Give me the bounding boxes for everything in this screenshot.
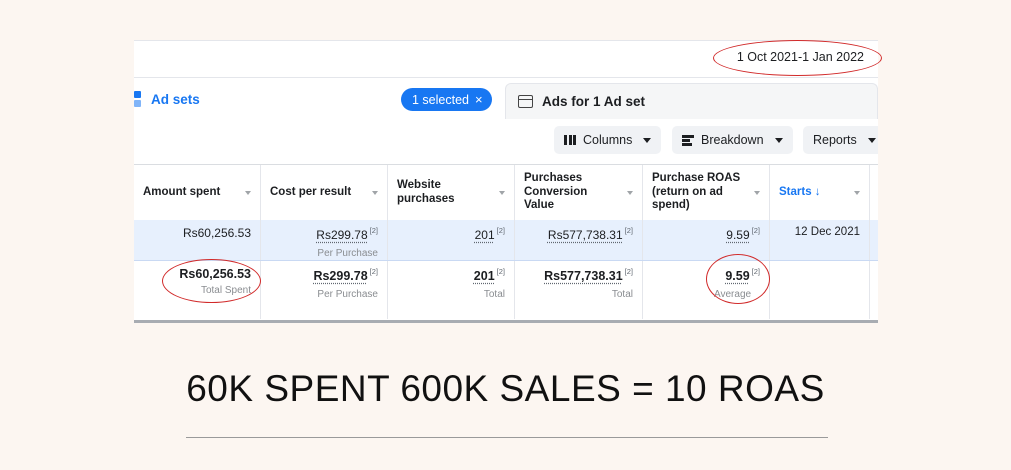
cost-per-result-sub: Per Purchase [317, 248, 378, 259]
column-header-conversion-value[interactable]: Purchases Conversion Value [515, 165, 643, 220]
total-cost-per-result-value[interactable]: Rs299.78 [313, 269, 367, 283]
cell-starts: 12 Dec 2021 [770, 220, 870, 260]
total-conversion-value-sub: Total [611, 289, 633, 300]
cell-total-cost-per-result: Rs299.78 [2] Per Purchase [261, 261, 388, 319]
tab-ads-label: Ads for 1 Ad set [542, 94, 646, 109]
total-website-purchases-sub: Total [483, 289, 505, 300]
column-header-label: Starts ↓ [779, 185, 821, 198]
selected-pill-label: 1 selected [412, 92, 469, 107]
reports-label: Reports [813, 133, 857, 147]
table-row[interactable]: Rs60,256.53 Rs299.78 [2] Per Purchase 201… [134, 220, 878, 261]
total-cost-per-result-sub: Per Purchase [317, 289, 378, 300]
chevron-down-icon [643, 137, 652, 143]
footnote: [2] [496, 267, 505, 276]
column-header-purchase-roas[interactable]: Purchase ROAS (return on ad spend) [643, 165, 770, 220]
column-header-label: Purchase ROAS (return on ad spend) [652, 171, 741, 212]
reports-button[interactable]: Reports [803, 126, 878, 154]
roas-value[interactable]: 9.59 [726, 228, 749, 242]
column-header-label: Website purchases [397, 178, 455, 205]
breakdown-icon [682, 134, 694, 146]
column-header-amount-spent[interactable]: Amount spent [134, 165, 261, 220]
tab-ads-for-ad-set[interactable]: Ads for 1 Ad set [505, 83, 878, 119]
footnote: [2] [624, 226, 633, 235]
divider-line [186, 437, 828, 438]
sort-icon [499, 190, 505, 195]
headline-caption: 60K SPENT 600K SALES = 10 ROAS [186, 368, 825, 409]
toolbar: Columns Breakdown Reports [134, 126, 878, 154]
column-header-website-purchases[interactable]: Website purchases [388, 165, 515, 220]
footnote: [2] [624, 267, 633, 276]
sort-icon [372, 190, 378, 195]
footnote: [2] [751, 226, 760, 235]
highlight-circle-date-range [713, 40, 882, 76]
ad-icon [518, 95, 533, 108]
cell-conversion-value: Rs577,738.31 [2] [515, 220, 643, 260]
columns-label: Columns [583, 133, 633, 147]
cell-purchase-roas: 9.59 [2] [643, 220, 770, 260]
tab-ad-sets[interactable]: Ad sets [134, 84, 200, 114]
footnote: [2] [369, 226, 378, 235]
breakdown-button[interactable]: Breakdown [672, 126, 793, 154]
highlight-circle-roas [706, 254, 770, 304]
starts-value: 12 Dec 2021 [794, 226, 860, 238]
footnote: [2] [369, 267, 378, 276]
cell-website-purchases: 201 [2] [388, 220, 515, 260]
cell-total-starts [770, 261, 870, 319]
clear-selection-icon[interactable]: × [475, 92, 483, 107]
sort-icon [754, 190, 760, 195]
selected-filter-pill[interactable]: 1 selected × [401, 88, 492, 111]
chevron-down-icon [774, 137, 783, 143]
column-header-label: Cost per result [270, 185, 352, 198]
sort-icon [245, 190, 251, 195]
cell-total-conversion-value: Rs577,738.31 [2] Total [515, 261, 643, 319]
cost-per-result-value[interactable]: Rs299.78 [316, 228, 367, 242]
column-header-label: Purchases Conversion Value [524, 171, 588, 212]
sort-icon [627, 190, 633, 195]
cell-total-website-purchases: 201 [2] Total [388, 261, 515, 319]
columns-icon [564, 135, 576, 145]
total-website-purchases-value[interactable]: 201 [474, 269, 495, 283]
tab-ad-sets-label: Ad sets [151, 91, 200, 107]
columns-button[interactable]: Columns [554, 126, 662, 154]
column-header-starts[interactable]: Starts ↓ [770, 165, 870, 220]
column-header-cost-per-result[interactable]: Cost per result [261, 165, 388, 220]
conversion-value-value[interactable]: Rs577,738.31 [548, 228, 623, 242]
cell-cost-per-result: Rs299.78 [2] Per Purchase [261, 220, 388, 260]
total-conversion-value-value[interactable]: Rs577,738.31 [544, 269, 623, 283]
table-header: Amount spent Cost per result Website pur… [134, 164, 878, 221]
amount-spent-value: Rs60,256.53 [182, 226, 251, 240]
website-purchases-value[interactable]: 201 [475, 228, 495, 242]
sort-icon [854, 190, 860, 195]
ad-sets-icon [134, 90, 144, 108]
highlight-circle-amount-spent [162, 259, 261, 303]
breakdown-label: Breakdown [701, 133, 764, 147]
cell-amount-spent: Rs60,256.53 [134, 220, 261, 260]
chevron-down-icon [867, 137, 876, 143]
tabs-row: Ad sets 1 selected × Ads for 1 Ad set [134, 83, 878, 122]
footnote: [2] [496, 226, 505, 235]
column-header-label: Amount spent [143, 185, 221, 198]
screenshot-bottom-border [134, 320, 878, 323]
